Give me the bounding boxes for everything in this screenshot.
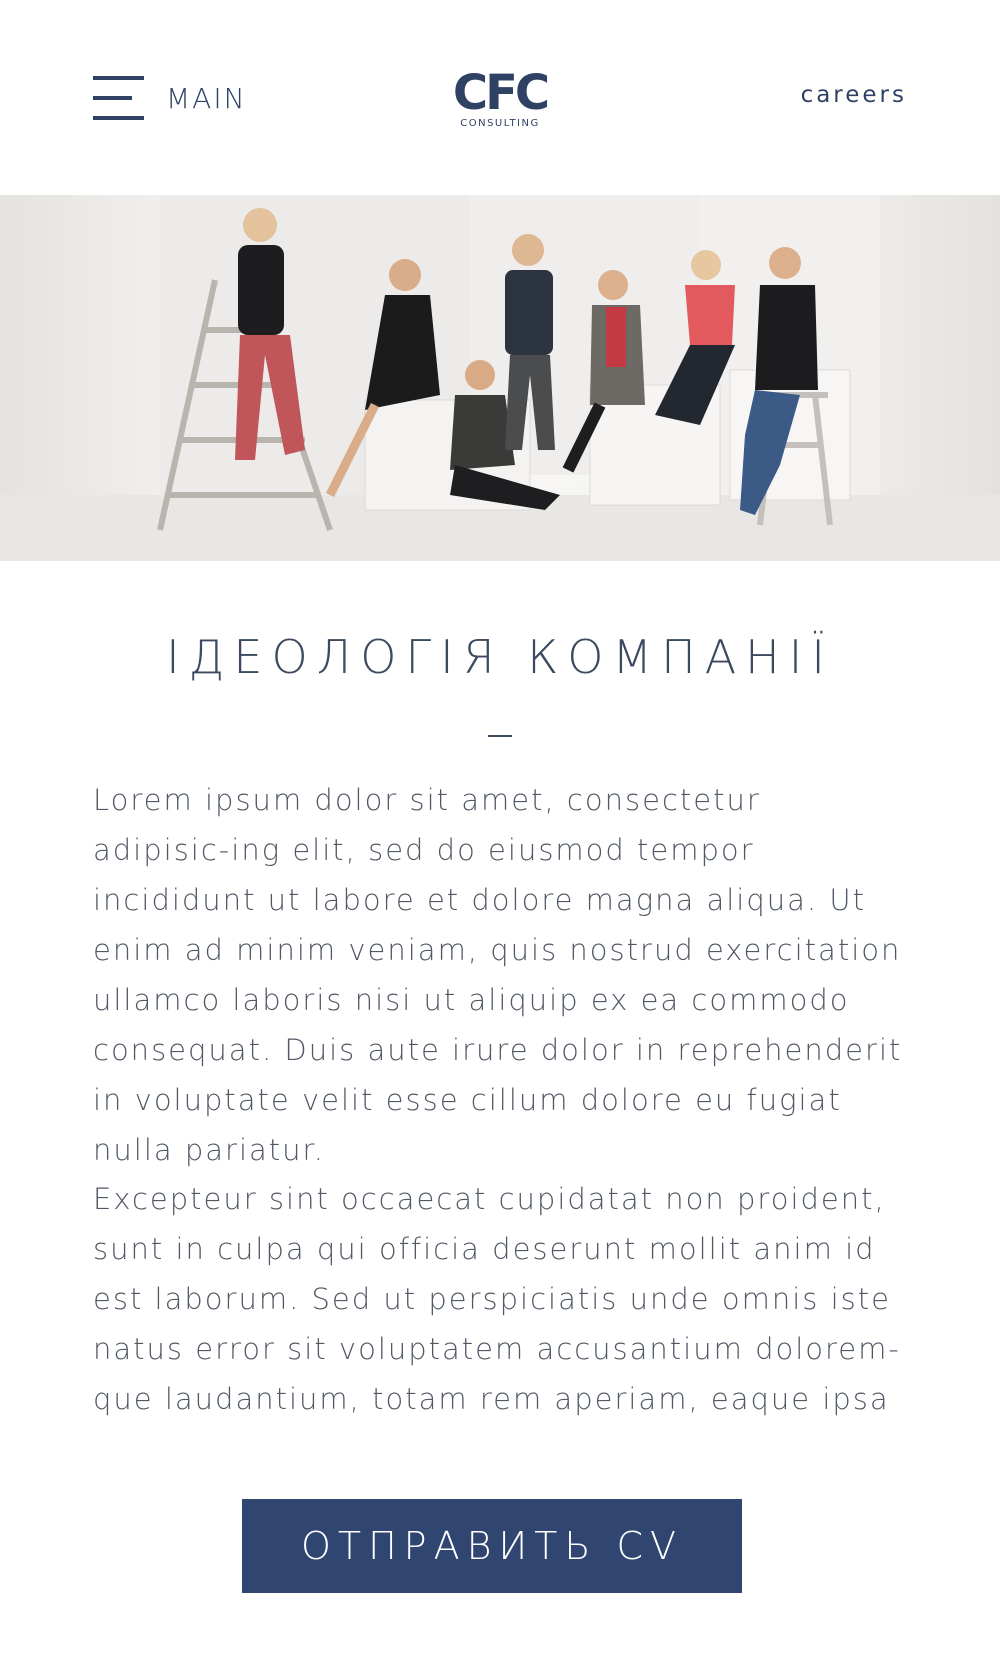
main-menu-button[interactable]: MAIN [93,76,247,120]
logo-subtitle: CONSULTING [460,118,540,129]
hamburger-icon[interactable] [93,76,144,120]
send-cv-button[interactable]: ОТПРАВИТЬ CV [242,1499,742,1593]
paragraph-2: Excepteur sint occaecat cupidatat non pr… [93,1182,901,1416]
team-photo [0,195,1000,561]
page-title: ІДЕОЛОГІЯ КОМПАНІЇ [166,630,834,684]
cfc-logo[interactable]: CFC CONSULTING [448,68,552,129]
careers-link[interactable]: careers [801,82,907,108]
title-divider [488,735,512,737]
team-photo-illustration [0,195,1000,561]
site-header: MAIN CFC CONSULTING careers [0,0,1000,195]
main-menu-label[interactable]: MAIN [166,82,247,115]
logo-mark: CFC [452,65,550,121]
paragraph-1: Lorem ipsum dolor sit amet, consectetur … [93,783,903,1167]
